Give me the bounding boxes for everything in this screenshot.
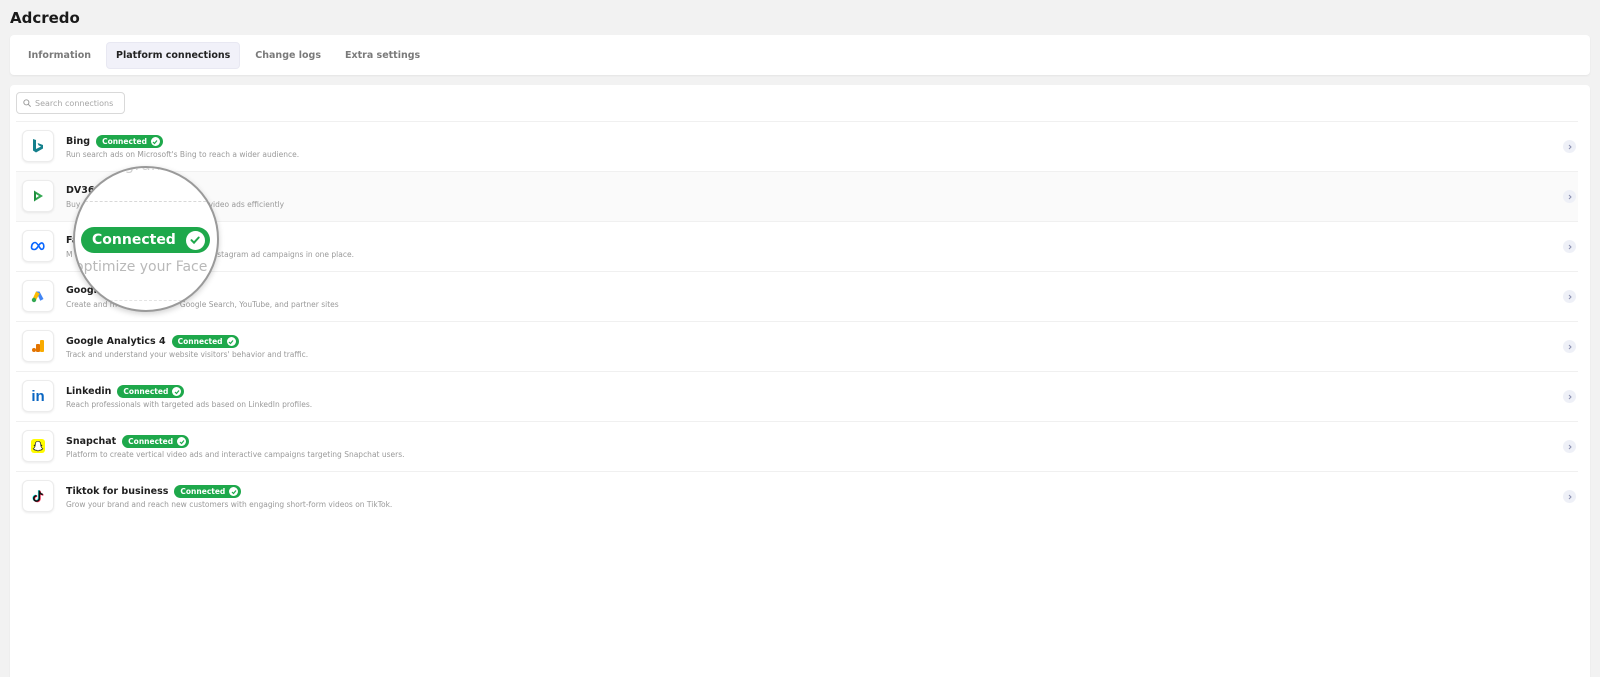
- magnified-status-badge: Connected: [81, 227, 210, 253]
- connection-row-google[interactable]: Google Create and m Google Search, YouTu…: [16, 271, 1578, 321]
- chevron-right-icon[interactable]: [1563, 390, 1576, 403]
- connection-name: Google Analytics 4: [66, 336, 166, 347]
- chevron-right-icon[interactable]: [1563, 140, 1576, 153]
- chevron-right-icon[interactable]: [1563, 240, 1576, 253]
- search-field[interactable]: [16, 92, 125, 114]
- divider: [75, 201, 217, 202]
- connection-name: Bing: [66, 136, 91, 147]
- connection-description: Platform to create vertical video ads an…: [66, 450, 405, 459]
- chevron-right-icon[interactable]: [1563, 440, 1576, 453]
- connection-name: Snapchat: [66, 436, 117, 447]
- magnifier-lens: ogran Connected optimize your Face: [73, 166, 219, 312]
- connection-row-tiktok[interactable]: Tiktok for business Connected Grow your …: [16, 471, 1578, 521]
- connections-list: Bing Connected Run search ads on Microso…: [16, 121, 1578, 521]
- connection-name: Linkedin: [66, 386, 112, 397]
- chevron-right-icon[interactable]: [1563, 490, 1576, 503]
- magnified-text-fragment: ogran: [115, 168, 161, 174]
- connection-description: Track and understand your website visito…: [66, 350, 309, 359]
- tiktok-logo-icon: [22, 480, 54, 512]
- google-ads-logo-icon: [22, 280, 54, 312]
- connection-description: Reach professionals with targeted ads ba…: [66, 400, 313, 409]
- check-icon: [150, 137, 160, 146]
- app-title: Adcredo: [10, 9, 80, 27]
- chevron-right-icon[interactable]: [1563, 290, 1576, 303]
- connection-description-start: M: [66, 250, 73, 259]
- check-icon: [229, 487, 239, 496]
- connection-row-facebook[interactable]: Fa M stagram ad campaigns in one place.: [16, 221, 1578, 271]
- check-icon: [177, 437, 187, 446]
- check-icon: [185, 230, 205, 250]
- dv360-logo-icon: [22, 180, 54, 212]
- connection-row-bing[interactable]: Bing Connected Run search ads on Microso…: [16, 121, 1578, 171]
- check-icon: [226, 337, 236, 346]
- tab-extra-settings[interactable]: Extra settings: [336, 43, 429, 68]
- connections-panel: Bing Connected Run search ads on Microso…: [10, 85, 1590, 677]
- status-badge: Connected: [96, 135, 163, 148]
- status-badge: Connected: [174, 485, 242, 498]
- divider: [75, 300, 217, 301]
- meta-logo-icon: [22, 230, 54, 262]
- connection-row-snapchat[interactable]: Snapchat Connected Platform to create ve…: [16, 421, 1578, 471]
- status-badge: Connected: [171, 335, 239, 348]
- linkedin-logo-icon: in: [22, 380, 54, 412]
- status-badge: Connected: [117, 385, 185, 398]
- bing-logo-icon: [22, 130, 54, 162]
- chevron-right-icon[interactable]: [1563, 340, 1576, 353]
- tab-information[interactable]: Information: [19, 43, 100, 68]
- search-icon: [23, 94, 31, 112]
- connection-description: stagram ad campaigns in one place.: [217, 250, 354, 259]
- connection-description: Grow your brand and reach new customers …: [66, 500, 393, 509]
- tab-bar: Information Platform connections Change …: [10, 35, 1590, 75]
- status-badge: Connected: [122, 435, 190, 448]
- connection-row-linkedin[interactable]: in Linkedin Connected Reach professional…: [16, 371, 1578, 421]
- tab-platform-connections[interactable]: Platform connections: [106, 41, 241, 69]
- connection-row-dv360[interactable]: DV360 Buy and video ads efficiently: [16, 171, 1578, 221]
- connection-description: Run search ads on Microsoft's Bing to re…: [66, 150, 300, 159]
- tab-change-logs[interactable]: Change logs: [246, 43, 330, 68]
- connection-row-google-analytics-4[interactable]: Google Analytics 4 Connected Track and u…: [16, 321, 1578, 371]
- snapchat-logo-icon: [22, 430, 54, 462]
- magnified-description-fragment: optimize your Face: [75, 259, 208, 275]
- chevron-right-icon[interactable]: [1563, 190, 1576, 203]
- google-analytics-logo-icon: [22, 330, 54, 362]
- search-input[interactable]: [35, 98, 121, 108]
- connection-name: Tiktok for business: [66, 486, 169, 497]
- check-icon: [172, 387, 182, 396]
